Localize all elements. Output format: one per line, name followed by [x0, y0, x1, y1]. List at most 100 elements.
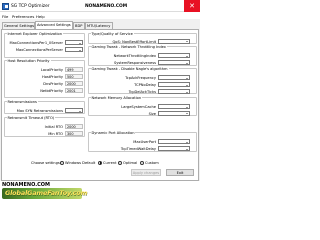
website-banner: NONAMENO.COM GlobalGameFanToy.com	[0, 181, 200, 200]
app-icon	[2, 2, 9, 10]
memory-row-1: LargeSystemCache	[89, 105, 156, 111]
network-throttling-select[interactable]	[158, 53, 190, 58]
rto-group: Retransmit Timeout (RTO) Initial RTO 200…	[4, 115, 85, 138]
size-select[interactable]	[158, 110, 190, 116]
radio-current[interactable]	[98, 160, 102, 165]
radio-custom-label[interactable]: Custom	[145, 161, 159, 165]
nagle-legend: Gaming Tweak - Disable Nagle's algorithm	[91, 66, 168, 71]
radio-windows-default[interactable]	[60, 160, 64, 165]
throttling-label-1: NetworkThrottlingIndex	[113, 54, 156, 59]
host-resolution-group: Host Resolution Priority LocalPriority 4…	[4, 58, 85, 98]
max-syn-retrans-select[interactable]	[65, 108, 83, 113]
qos-nonbesteffort-select[interactable]	[158, 38, 190, 44]
app-window: SG TCP Optimizer NONAMENO.COM ✕ File Pre…	[0, 0, 200, 200]
banner-logo-text: GlobalGameFanToy.com	[5, 189, 88, 197]
rto-row-1: Initial RTO	[5, 125, 63, 131]
large-system-cache-select[interactable]	[158, 104, 190, 109]
qos-group: Type/Quality of Service QoS: NonBestEffo…	[88, 31, 197, 44]
tcp-timed-wait-delay-select[interactable]	[158, 146, 190, 151]
throttling-row-2: SystemResponsiveness	[89, 61, 156, 67]
host-label-1: LocalPriority	[40, 68, 63, 73]
nagle-row-2: TCPNoDelay	[89, 83, 156, 89]
radio-current-label[interactable]: Current	[103, 161, 117, 165]
local-priority-field[interactable]: 499	[65, 67, 83, 72]
retrans-row-1: Max SYN Retransmissions	[5, 109, 63, 115]
host-row-2: HostPriority	[5, 75, 63, 81]
ie-row-1: MaxConnectionsPer1_0Server	[5, 41, 63, 47]
qos-legend: Type/Quality of Service	[91, 31, 133, 36]
radio-windows-default-label[interactable]: Windows Default	[65, 161, 95, 165]
radio-optimal-label[interactable]: Optimal	[123, 161, 137, 165]
dynport-label-2: TcpTimedWaitDelay	[120, 147, 156, 152]
nagle-group: Gaming Tweak - Disable Nagle's algorithm…	[88, 66, 197, 95]
throttling-legend: Gaming Tweak - Network Throttling Index	[91, 44, 166, 49]
menu-help[interactable]: Help	[36, 14, 45, 19]
banner-logo[interactable]: GlobalGameFanToy.com	[2, 188, 87, 199]
title-bar: SG TCP Optimizer NONAMENO.COM ✕	[0, 0, 200, 12]
menu-bar: File Preferences Help	[0, 12, 200, 19]
dynport-label-1: MaxUserPort	[133, 140, 156, 145]
tcp-no-delay-select[interactable]	[158, 82, 190, 87]
host-row-1: LocalPriority	[5, 68, 63, 74]
rto-label-1: Initial RTO	[44, 125, 63, 130]
ie-maxconn-1-0-select[interactable]	[65, 40, 83, 45]
retrans-label-1: Max SYN Retransmissions	[16, 109, 63, 114]
throttling-group: Gaming Tweak - Network Throttling Index …	[88, 44, 197, 67]
dynamic-port-group: Dynamic Port Allocation MaxUserPort TcpT…	[88, 130, 197, 153]
rto-legend: Retransmit Timeout (RTO)	[7, 115, 55, 120]
title-brand: NONAMENO.COM	[85, 3, 128, 9]
ie-label-2: MaxConnectionsPerServer	[15, 48, 63, 53]
exit-button[interactable]: Exit	[166, 169, 194, 176]
tcp-ack-frequency-select[interactable]	[158, 75, 190, 80]
close-button[interactable]: ✕	[184, 0, 200, 12]
memory-allocation-group: Network Memory Allocation LargeSystemCac…	[88, 95, 197, 117]
host-priority-field[interactable]: 500	[65, 74, 83, 79]
menu-preferences[interactable]: Preferences	[12, 14, 34, 19]
throttling-label-2: SystemResponsiveness	[113, 61, 156, 66]
window-title: SG TCP Optimizer	[11, 3, 50, 9]
tab-advanced-settings[interactable]: Advanced Settings	[35, 21, 73, 29]
ie-row-2: MaxConnectionsPerServer	[5, 48, 63, 54]
nagle-label-3: TcpDelAckTicks	[128, 90, 156, 95]
qos-label-1: QoS: NonBestEffortLimit	[112, 39, 156, 44]
host-resolution-legend: Host Resolution Priority	[7, 58, 50, 63]
nagle-row-1: TcpAckFrequency	[89, 76, 156, 82]
tcp-del-ack-ticks-select[interactable]	[158, 89, 190, 94]
memory-label-2: Size	[148, 111, 156, 116]
host-row-4: NetbtPriority	[5, 89, 63, 95]
host-row-3: DnsPriority	[5, 82, 63, 88]
retransmissions-group: Retransmissions Max SYN Retransmissions	[4, 99, 85, 115]
rto-row-2: Min RTO	[5, 132, 63, 138]
dynport-row-2: TcpTimedWaitDelay	[89, 147, 156, 153]
dns-priority-field[interactable]: 2000	[65, 81, 83, 86]
apply-changes-button[interactable]: Apply changes	[131, 169, 161, 176]
nagle-label-1: TcpAckFrequency	[125, 76, 156, 81]
radio-optimal[interactable]	[118, 160, 122, 165]
initial-rto-field[interactable]: 2000	[65, 124, 83, 129]
memory-label-1: LargeSystemCache	[121, 105, 156, 110]
host-label-3: DnsPriority	[43, 82, 63, 87]
retransmissions-legend: Retransmissions	[7, 99, 37, 104]
radio-custom[interactable]	[140, 160, 144, 165]
max-user-port-select[interactable]	[158, 139, 190, 144]
min-rto-field[interactable]: 300	[65, 131, 83, 136]
memory-allocation-legend: Network Memory Allocation	[91, 95, 142, 100]
choose-settings-label: Choose settings:	[31, 161, 61, 165]
host-label-2: HostPriority	[42, 75, 63, 80]
host-label-4: NetbtPriority	[40, 89, 63, 94]
memory-row-2: Size	[89, 111, 156, 117]
throttling-row-1: NetworkThrottlingIndex	[89, 54, 156, 60]
nagle-label-2: TCPNoDelay	[134, 83, 156, 88]
rto-label-2: Min RTO	[48, 132, 63, 137]
advanced-settings-panel: Internet Explorer Optimization MaxConnec…	[1, 28, 199, 181]
dynamic-port-legend: Dynamic Port Allocation	[91, 130, 135, 135]
ie-maxconn-select[interactable]	[65, 47, 83, 52]
ie-optimization-group: Internet Explorer Optimization MaxConnec…	[4, 31, 85, 58]
netbt-priority-field[interactable]: 2001	[65, 88, 83, 93]
settings-footer: Choose settings: Windows Default Current…	[1, 159, 199, 181]
ie-label-1: MaxConnectionsPer1_0Server	[9, 41, 63, 46]
ie-optimization-legend: Internet Explorer Optimization	[7, 31, 63, 36]
menu-file[interactable]: File	[2, 14, 8, 19]
dynport-row-1: MaxUserPort	[89, 140, 156, 146]
system-responsiveness-select[interactable]	[158, 60, 190, 65]
